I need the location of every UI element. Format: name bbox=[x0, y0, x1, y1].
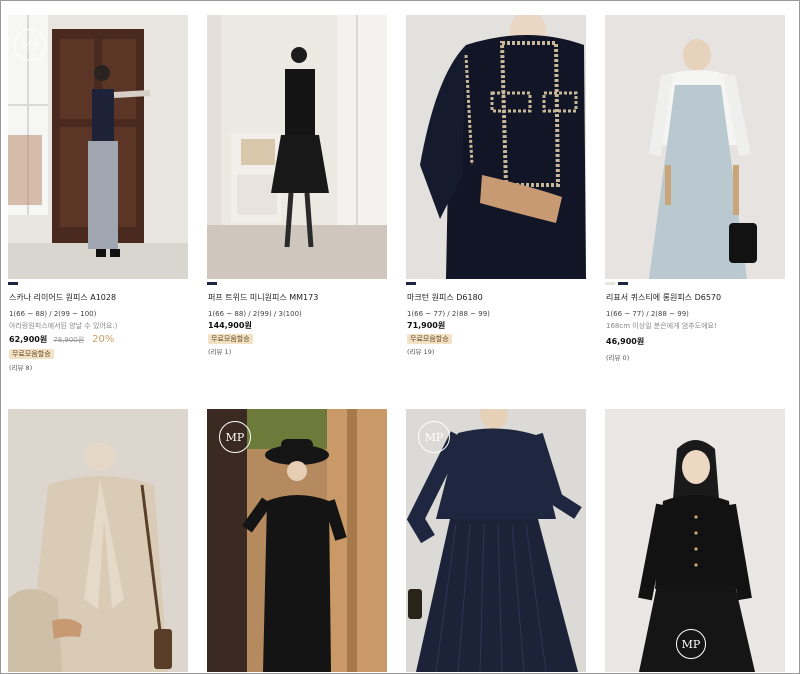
product-name[interactable]: 마크턴 원피스 D6180 bbox=[407, 292, 483, 303]
product-note: 168cm 이상일 분은에게 엄추도에요! bbox=[606, 322, 717, 330]
product-name[interactable]: 스카나 리이어드 원피스 A1028 bbox=[9, 292, 116, 303]
original-price: 78,900원 bbox=[53, 336, 85, 344]
color-swatch[interactable] bbox=[8, 282, 18, 285]
brand-logo-icon: MP bbox=[418, 421, 450, 453]
product-name[interactable]: 퍼프 트위드 미니원피스 MM173 bbox=[208, 292, 318, 303]
brand-logo-icon: MP bbox=[676, 629, 706, 659]
product-sizes: 1(66 ~ 77) / 2(88 ~ 99) bbox=[407, 310, 490, 318]
free-shipping-badge: 무료모음할승 bbox=[208, 334, 253, 344]
product-price: 46,900원 bbox=[606, 337, 645, 346]
product-name[interactable]: 리표서 퀴스티에 롱원피스 D6570 bbox=[606, 292, 721, 303]
color-swatch[interactable] bbox=[618, 282, 628, 285]
product-image-5[interactable] bbox=[8, 409, 188, 672]
product-image-2[interactable] bbox=[207, 15, 387, 279]
product-sizes: 1(66 ~ 88) / 2(99 ~ 100) bbox=[9, 310, 97, 318]
product-sizes: 1(66 ~ 77) / 2(88 ~ 99) bbox=[606, 310, 689, 318]
brand-logo-icon: MP bbox=[219, 421, 251, 453]
product-price: 62,900원 78,900원 20% bbox=[9, 334, 114, 345]
product-image-3[interactable] bbox=[406, 15, 586, 279]
color-swatch[interactable] bbox=[605, 282, 615, 285]
color-swatch[interactable] bbox=[207, 282, 217, 285]
product-image-4[interactable] bbox=[605, 15, 785, 279]
review-count[interactable]: (리뷰 19) bbox=[407, 346, 434, 356]
product-sizes: 1(66 ~ 88) / 2(99) / 3(100) bbox=[208, 310, 302, 318]
discount-rate: 20% bbox=[92, 334, 115, 345]
review-count[interactable]: (리뷰 8) bbox=[9, 362, 32, 372]
review-count[interactable]: (리뷰 0) bbox=[606, 352, 629, 362]
free-shipping-badge: 무료모음할승 bbox=[407, 334, 452, 344]
product-note: 아리랑원피스에서된 양날 수 있어요:) bbox=[9, 322, 118, 330]
free-shipping-badge: 무료모음할승 bbox=[9, 349, 54, 359]
review-count[interactable]: (리뷰 1) bbox=[208, 346, 231, 356]
brand-logo-icon: MP bbox=[14, 29, 46, 61]
color-swatch[interactable] bbox=[406, 282, 416, 285]
product-price: 144,900원 bbox=[208, 321, 252, 330]
product-price: 71,900원 bbox=[407, 321, 446, 330]
sale-price: 62,900원 bbox=[9, 335, 48, 344]
